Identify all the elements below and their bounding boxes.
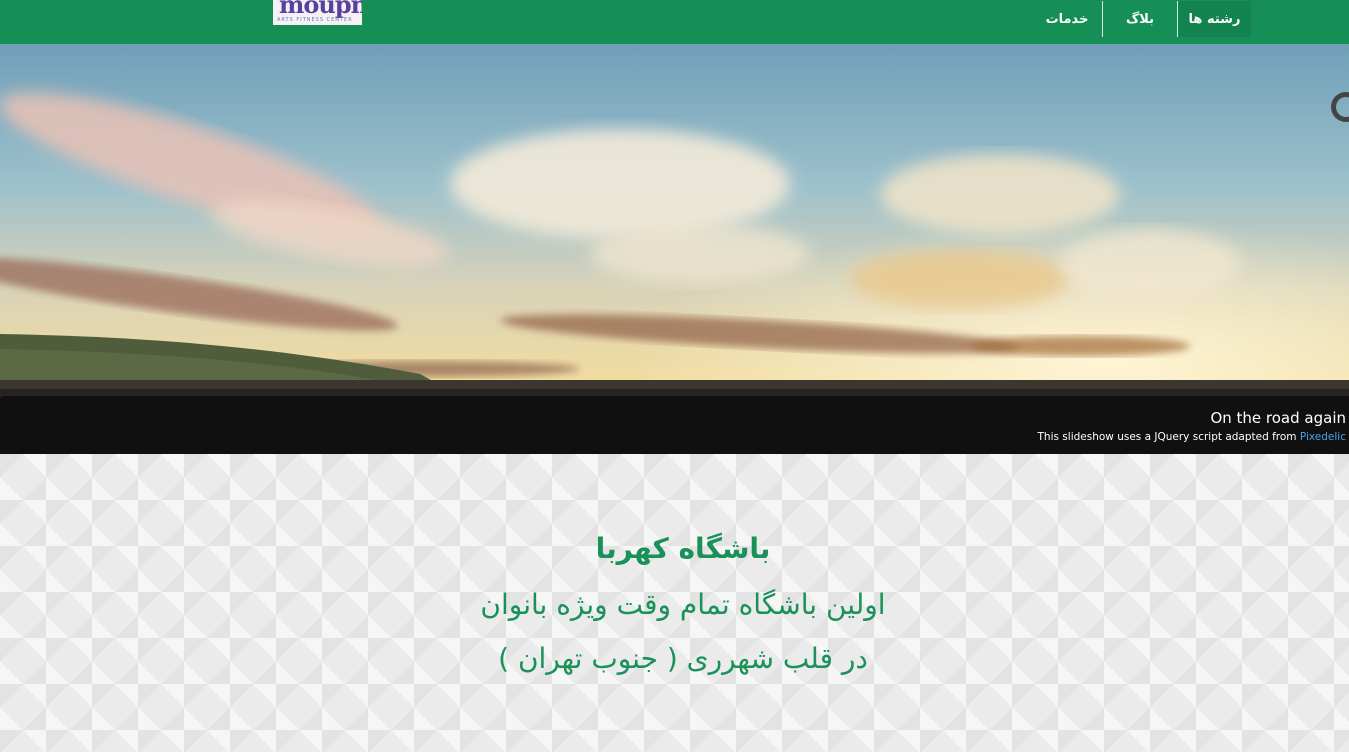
club-title: باشگاه کهربا <box>595 532 771 565</box>
main-menu: خدمات بلاگ رشته ها <box>1032 1 1251 37</box>
nav-item-blog[interactable]: بلاگ <box>1102 1 1177 37</box>
top-navbar: moupn ARTS FITNESS CENTER خدمات بلاگ رشت… <box>0 0 1349 44</box>
slide-caption-title: On the road again <box>1210 409 1346 427</box>
nav-item-fields[interactable]: رشته ها <box>1177 1 1251 37</box>
pixedelic-link[interactable]: Pixedelic <box>1300 431 1346 443</box>
site-logo[interactable]: moupn ARTS FITNESS CENTER <box>273 0 362 25</box>
intro-section: باشگاه کهربا اولین باشگاه تمام وقت ویژه … <box>0 454 1349 752</box>
logo-subtitle: ARTS FITNESS CENTER <box>277 17 353 23</box>
slide-image-road-sky <box>0 44 1349 454</box>
slide-caption-subtitle-text: This slideshow uses a JQuery script adap… <box>1037 431 1297 443</box>
slide-caption-subtitle: This slideshow uses a JQuery script adap… <box>1038 431 1346 443</box>
club-location: در قلب شهرری ( جنوب تهران ) <box>498 642 868 675</box>
slide-caption: On the road again This slideshow uses a … <box>0 396 1349 454</box>
hero-slideshow[interactable]: On the road again This slideshow uses a … <box>0 44 1349 454</box>
nav-item-services[interactable]: خدمات <box>1032 1 1102 37</box>
club-tagline: اولین باشگاه تمام وقت ویژه بانوان <box>480 588 886 621</box>
